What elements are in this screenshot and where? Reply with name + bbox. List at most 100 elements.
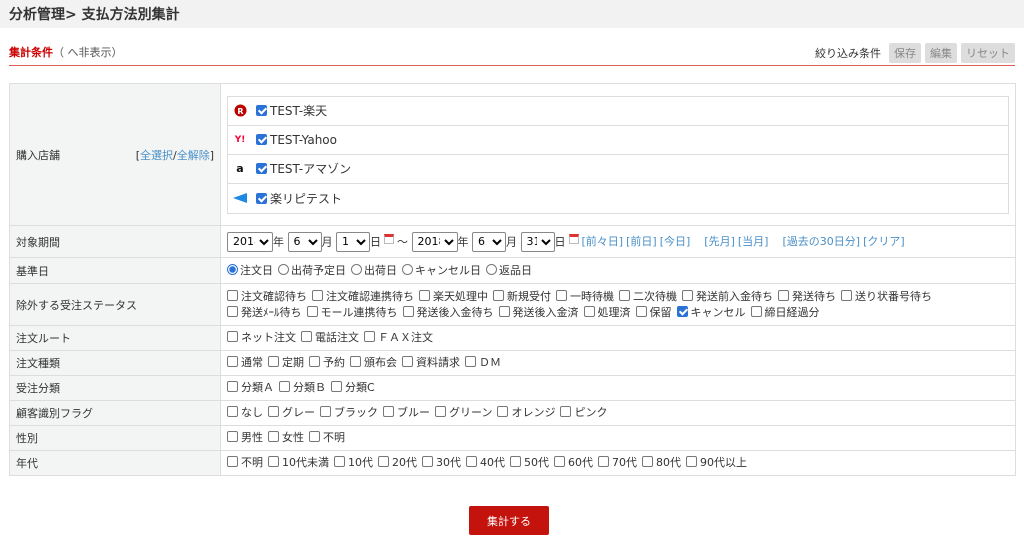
reset-button[interactable]: リセット bbox=[961, 43, 1015, 63]
checkbox-option[interactable]: 女性 bbox=[268, 430, 304, 446]
checkbox-option[interactable]: 予約 bbox=[309, 355, 345, 371]
checkbox-option[interactable]: 送り状番号待ち bbox=[841, 289, 932, 305]
store-checkbox[interactable] bbox=[256, 105, 267, 116]
checkbox[interactable] bbox=[510, 456, 521, 467]
checkbox[interactable] bbox=[402, 356, 413, 367]
checkbox-option[interactable]: 分類Ｂ bbox=[279, 380, 326, 396]
checkbox-option[interactable]: ＦＡＸ注文 bbox=[364, 330, 433, 346]
radio[interactable] bbox=[402, 263, 413, 275]
store-item[interactable]: R TEST-楽天 bbox=[228, 97, 1008, 126]
checkbox-option[interactable]: 楽天処理中 bbox=[419, 289, 488, 305]
checkbox[interactable] bbox=[227, 456, 238, 467]
checkbox[interactable] bbox=[334, 456, 345, 467]
checkbox[interactable] bbox=[279, 381, 290, 392]
checkbox[interactable] bbox=[465, 356, 476, 367]
checkbox-option[interactable]: 締日経過分 bbox=[750, 305, 820, 321]
period-link[interactable]: [先月] bbox=[704, 235, 735, 248]
base-date-option[interactable]: キャンセル日 bbox=[402, 263, 481, 279]
base-date-option[interactable]: 出荷日 bbox=[351, 263, 397, 279]
checkbox[interactable] bbox=[268, 456, 279, 467]
checkbox[interactable] bbox=[682, 289, 693, 301]
calendar-icon[interactable] bbox=[384, 234, 394, 244]
checkbox-option[interactable]: 新規受付 bbox=[493, 289, 551, 305]
checkbox-option[interactable]: グレー bbox=[268, 405, 315, 421]
select-all-link[interactable]: 全選択 bbox=[140, 149, 173, 162]
checkbox-option[interactable]: ブラック bbox=[320, 405, 378, 421]
checkbox-option[interactable]: 発送後入金待ち bbox=[402, 305, 494, 321]
checkbox-option[interactable]: 発送前入金待ち bbox=[682, 289, 773, 305]
checkbox[interactable] bbox=[466, 456, 477, 467]
checkbox[interactable] bbox=[227, 305, 238, 317]
period-link[interactable]: [当月] bbox=[738, 235, 769, 248]
checkbox[interactable] bbox=[268, 406, 279, 417]
calendar-icon[interactable] bbox=[568, 234, 579, 244]
checkbox[interactable] bbox=[560, 406, 572, 417]
checkbox-option[interactable]: 注文確認連携待ち bbox=[312, 289, 414, 305]
checkbox[interactable] bbox=[778, 289, 789, 301]
radio[interactable] bbox=[486, 263, 497, 275]
checkbox[interactable] bbox=[268, 356, 279, 367]
checkbox-option[interactable]: オレンジ bbox=[497, 405, 555, 421]
checkbox-option[interactable]: 30代 bbox=[422, 455, 461, 471]
radio[interactable] bbox=[227, 263, 238, 275]
edit-button[interactable]: 編集 bbox=[925, 43, 957, 63]
checkbox-option[interactable]: 10代 bbox=[334, 455, 373, 471]
checkbox-option[interactable]: キャンセル bbox=[676, 305, 746, 321]
checkbox[interactable] bbox=[309, 356, 320, 367]
checkbox-option[interactable]: 男性 bbox=[227, 430, 263, 446]
from_month-select[interactable]: 6 bbox=[287, 231, 322, 252]
period-link[interactable]: [過去の30日分] bbox=[782, 235, 860, 248]
to_month-select[interactable]: 6 bbox=[472, 231, 506, 252]
checkbox-option[interactable]: 分類C bbox=[331, 380, 375, 396]
checkbox[interactable] bbox=[227, 381, 238, 392]
period-link[interactable]: [今日] bbox=[660, 235, 691, 248]
checkbox-option[interactable]: 発送ﾒｰﾙ待ち bbox=[227, 305, 302, 321]
radio[interactable] bbox=[351, 263, 362, 275]
checkbox[interactable] bbox=[498, 305, 510, 317]
checkbox-option[interactable]: モール連携待ち bbox=[306, 305, 398, 321]
checkbox[interactable] bbox=[268, 431, 279, 442]
checkbox[interactable] bbox=[227, 406, 238, 417]
from_year-select[interactable]: 2018 bbox=[227, 231, 273, 252]
checkbox-option[interactable]: 分類Ａ bbox=[227, 380, 274, 396]
checkbox-option[interactable]: 電話注文 bbox=[301, 330, 359, 346]
store-item[interactable]: Y! TEST-Yahoo bbox=[228, 126, 1008, 155]
checkbox[interactable] bbox=[497, 406, 509, 417]
checkbox-option[interactable]: 50代 bbox=[510, 455, 549, 471]
checkbox-option[interactable]: 一時待機 bbox=[556, 289, 614, 305]
checkbox-option[interactable]: 90代以上 bbox=[686, 455, 747, 471]
checkbox[interactable] bbox=[402, 305, 414, 317]
checkbox[interactable] bbox=[619, 289, 630, 301]
checkbox-option[interactable]: 発送待ち bbox=[778, 289, 836, 305]
checkbox[interactable] bbox=[320, 406, 331, 417]
checkbox-option[interactable]: 発送後入金済 bbox=[498, 305, 579, 321]
store-checkbox[interactable] bbox=[256, 134, 267, 145]
checkbox[interactable] bbox=[306, 305, 318, 317]
deselect-all-link[interactable]: 全解除 bbox=[177, 149, 210, 162]
checkbox[interactable] bbox=[841, 289, 852, 301]
checkbox[interactable] bbox=[598, 456, 609, 467]
checkbox-option[interactable]: 40代 bbox=[466, 455, 505, 471]
checkbox-option[interactable]: 定期 bbox=[268, 355, 304, 371]
base-date-option[interactable]: 出荷予定日 bbox=[278, 263, 346, 279]
checkbox[interactable] bbox=[750, 305, 762, 317]
checkbox-option[interactable]: グリーン bbox=[435, 405, 492, 421]
from_day-select[interactable]: 1 bbox=[336, 231, 370, 252]
checkbox-option[interactable]: 60代 bbox=[554, 455, 593, 471]
checkbox-option[interactable]: 不明 bbox=[227, 455, 263, 471]
base-date-option[interactable]: 注文日 bbox=[227, 263, 273, 279]
checkbox[interactable] bbox=[312, 289, 323, 301]
checkbox-option[interactable]: ピンク bbox=[560, 405, 607, 421]
store-checkbox[interactable] bbox=[256, 192, 267, 204]
period-link[interactable]: [前日] bbox=[626, 235, 657, 248]
store-item[interactable]: a TEST-アマゾン bbox=[228, 155, 1008, 184]
base-date-option[interactable]: 返品日 bbox=[486, 263, 532, 279]
store-item[interactable]: 楽リピテスト bbox=[228, 184, 1008, 213]
store-checkbox[interactable] bbox=[256, 163, 267, 174]
checkbox-option[interactable]: 頒布会 bbox=[350, 355, 397, 371]
checkbox-option[interactable]: 70代 bbox=[598, 455, 637, 471]
checkbox[interactable] bbox=[493, 289, 504, 301]
checkbox[interactable] bbox=[686, 456, 697, 467]
checkbox[interactable] bbox=[554, 456, 565, 467]
checkbox[interactable] bbox=[383, 406, 394, 417]
